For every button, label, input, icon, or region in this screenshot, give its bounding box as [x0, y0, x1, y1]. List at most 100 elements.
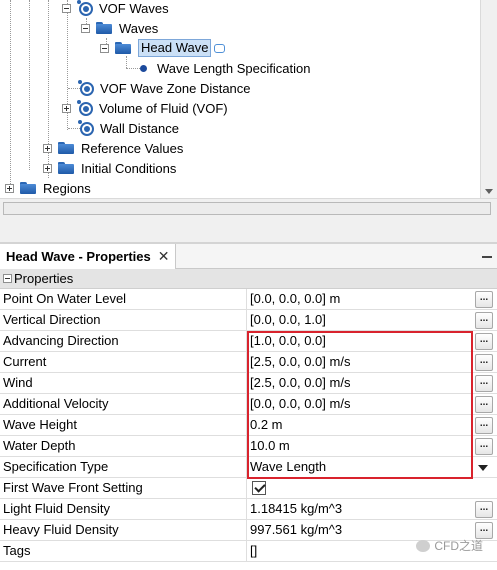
expand-toggle-icon[interactable] [5, 183, 14, 193]
properties-tab-bar: Head Wave - Properties ✕ [0, 244, 497, 269]
minimize-icon[interactable] [482, 256, 492, 258]
property-value[interactable]: [2.5, 0.0, 0.0] m/s [250, 352, 350, 372]
property-row[interactable]: Water Depth 10.0 m ... [0, 436, 497, 457]
column-divider [246, 478, 247, 499]
folder-icon [58, 142, 74, 154]
tab-title: Head Wave - Properties [6, 249, 151, 264]
tab-head-wave-properties[interactable]: Head Wave - Properties ✕ [0, 244, 177, 269]
property-value[interactable]: [0.0, 0.0, 1.0] [250, 310, 326, 330]
property-row[interactable]: Advancing Direction [1.0, 0.0, 0.0] ... [0, 331, 497, 352]
collapse-toggle-icon[interactable] [3, 274, 12, 283]
tree-item-initial-conditions[interactable]: Initial Conditions [43, 158, 176, 178]
property-name: Light Fluid Density [3, 501, 110, 516]
collapse-toggle-icon[interactable] [62, 3, 71, 13]
tree-item-regions[interactable]: Regions [5, 178, 91, 198]
ellipsis-button[interactable]: ... [475, 417, 493, 434]
scroll-down-arrow-icon[interactable] [485, 189, 493, 194]
ellipsis-button[interactable]: ... [475, 375, 493, 392]
property-row[interactable]: Specification Type Wave Length [0, 457, 497, 478]
tree-connector [10, 0, 11, 188]
specification-type-select[interactable]: Wave Length [250, 457, 326, 477]
tree-item-head-wave[interactable]: Head Wave [100, 38, 226, 58]
property-name: Wind [3, 375, 33, 390]
property-value[interactable]: 1.18415 kg/m^3 [250, 499, 342, 519]
collapse-toggle-icon[interactable] [100, 43, 109, 53]
first-wave-front-checkbox[interactable] [252, 481, 266, 495]
property-name: Heavy Fluid Density [3, 522, 119, 537]
folder-icon [20, 182, 36, 194]
model-node-icon [78, 120, 94, 136]
column-divider [246, 352, 247, 373]
property-value[interactable]: [] [250, 541, 257, 561]
expand-toggle-icon[interactable] [43, 163, 52, 173]
property-name: Tags [3, 543, 31, 558]
property-name: Additional Velocity [3, 396, 109, 411]
properties-panel: Head Wave - Properties ✕ Properties Poin… [0, 244, 497, 570]
collapse-toggle-icon[interactable] [81, 23, 90, 33]
column-divider [246, 520, 247, 541]
tree-item-wall-distance[interactable]: Wall Distance [78, 118, 179, 138]
tree-item-volume-of-fluid[interactable]: Volume of Fluid (VOF) [62, 98, 228, 118]
property-row[interactable]: First Wave Front Setting [0, 478, 497, 499]
model-node-icon [78, 80, 94, 96]
tree-item-vof-waves[interactable]: VOF Waves [62, 0, 169, 18]
ellipsis-button[interactable]: ... [475, 312, 493, 329]
property-row[interactable]: Light Fluid Density 1.18415 kg/m^3 ... [0, 499, 497, 520]
comment-icon [214, 43, 226, 53]
expand-toggle-icon[interactable] [43, 143, 52, 153]
ellipsis-button[interactable]: ... [475, 333, 493, 350]
property-value[interactable]: [0.0, 0.0, 0.0] m/s [250, 394, 350, 414]
object-tree: VOF Waves Waves Head Wave Wave Length Sp… [0, 0, 480, 198]
property-name: Water Depth [3, 438, 76, 453]
column-divider [246, 373, 247, 394]
expand-toggle-icon[interactable] [62, 103, 71, 113]
ellipsis-button[interactable]: ... [475, 396, 493, 413]
tree-item-label: Regions [43, 180, 91, 196]
property-row[interactable]: Point On Water Level [0.0, 0.0, 0.0] m .… [0, 289, 497, 310]
tree-item-label-selected: Head Wave [138, 39, 212, 57]
properties-section-header[interactable]: Properties [0, 269, 497, 289]
ellipsis-button[interactable]: ... [475, 354, 493, 371]
column-divider [246, 394, 247, 415]
column-divider [246, 415, 247, 436]
property-row[interactable]: Wind [2.5, 0.0, 0.0] m/s ... [0, 373, 497, 394]
model-node-icon [77, 100, 93, 116]
property-name: First Wave Front Setting [3, 480, 143, 495]
tree-horizontal-scroll-area [0, 198, 497, 242]
property-row[interactable]: Wave Height 0.2 m ... [0, 415, 497, 436]
ellipsis-button[interactable]: ... [475, 291, 493, 308]
property-value[interactable]: [0.0, 0.0, 0.0] m [250, 289, 340, 309]
column-divider [246, 436, 247, 457]
tree-item-label: Waves [119, 20, 159, 36]
dropdown-arrow-icon[interactable] [478, 465, 488, 471]
tree-item-wave-length-specification[interactable]: Wave Length Specification [136, 58, 310, 78]
property-value[interactable]: [1.0, 0.0, 0.0] [250, 331, 326, 351]
property-row[interactable]: Vertical Direction [0.0, 0.0, 1.0] ... [0, 310, 497, 331]
property-value[interactable]: 997.561 kg/m^3 [250, 520, 342, 540]
tree-item-vof-wave-zone-distance[interactable]: VOF Wave Zone Distance [78, 78, 251, 98]
property-value[interactable]: 10.0 m [250, 436, 290, 456]
property-row[interactable]: Additional Velocity [0.0, 0.0, 0.0] m/s … [0, 394, 497, 415]
tree-item-reference-values[interactable]: Reference Values [43, 138, 183, 158]
folder-icon [115, 42, 131, 54]
tree-item-label: Wall Distance [100, 120, 179, 136]
ellipsis-button[interactable]: ... [475, 501, 493, 518]
tree-vertical-scrollbar[interactable] [480, 0, 497, 198]
folder-icon [58, 162, 74, 174]
close-icon[interactable]: ✕ [158, 248, 170, 265]
folder-icon [96, 22, 112, 34]
property-value[interactable]: 0.2 m [250, 415, 283, 435]
leaf-node-icon [140, 64, 147, 72]
tree-horizontal-scrollbar[interactable] [3, 202, 491, 215]
ellipsis-button[interactable]: ... [475, 438, 493, 455]
property-value[interactable]: [2.5, 0.0, 0.0] m/s [250, 373, 350, 393]
column-divider [246, 289, 247, 310]
tree-connector [29, 0, 30, 170]
watermark: CFD之道 [416, 537, 483, 554]
column-divider [246, 499, 247, 520]
property-name: Advancing Direction [3, 333, 119, 348]
column-divider [246, 331, 247, 352]
tree-item-waves[interactable]: Waves [81, 18, 158, 38]
property-row[interactable]: Current [2.5, 0.0, 0.0] m/s ... [0, 352, 497, 373]
property-name: Current [3, 354, 47, 369]
